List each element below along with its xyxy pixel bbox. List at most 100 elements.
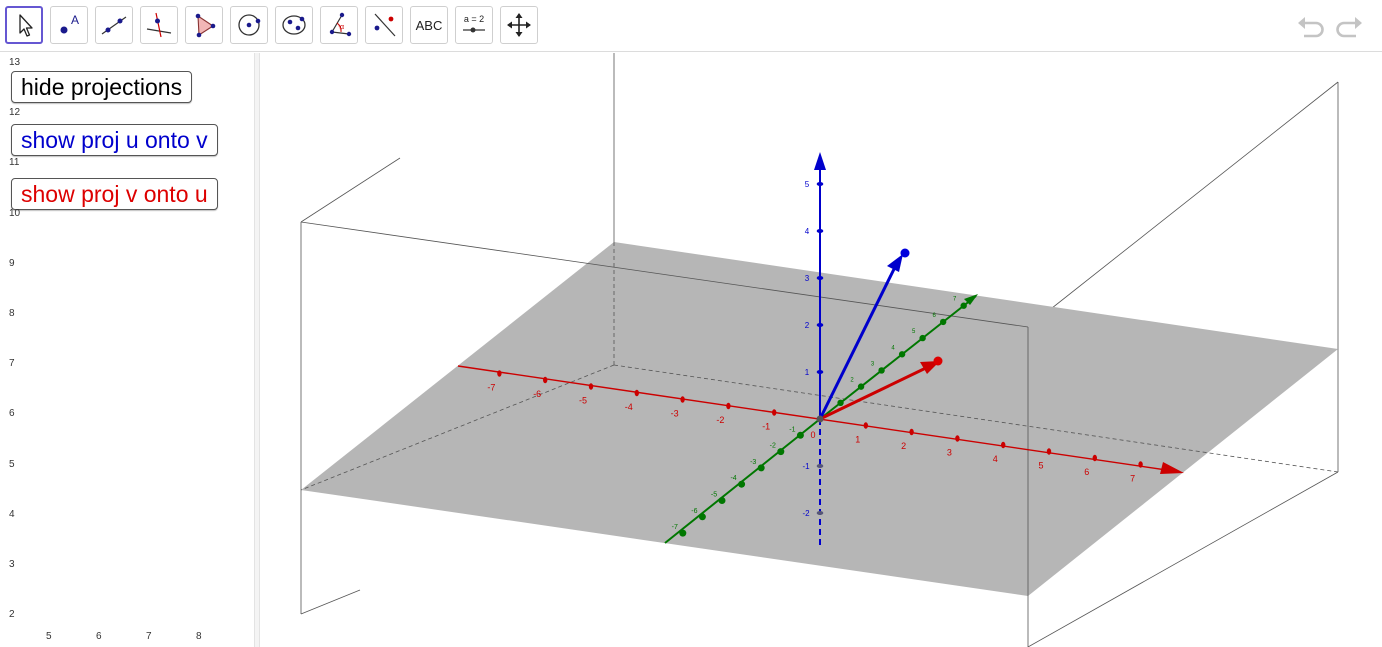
perpendicular-line-tool-icon bbox=[146, 12, 172, 38]
ellipse-tool-icon bbox=[282, 15, 306, 35]
x-axis-tick bbox=[543, 376, 548, 384]
toolbar: A α ABC a = 2 bbox=[0, 0, 1382, 52]
x-axis-tick-label: 1 bbox=[855, 435, 860, 445]
move-graphics-view-tool-button[interactable] bbox=[500, 6, 538, 44]
show-proj-v-onto-u-button[interactable]: show proj v onto u bbox=[11, 178, 218, 210]
line-tool-icon bbox=[101, 16, 127, 35]
text-tool-icon: ABC bbox=[415, 17, 443, 33]
y-axis-tick bbox=[698, 513, 706, 521]
y-tick-label: 12 bbox=[9, 107, 21, 119]
x-axis-tick bbox=[726, 402, 731, 410]
reflect-tool-button[interactable] bbox=[365, 6, 403, 44]
redo-icon[interactable] bbox=[1334, 12, 1364, 42]
z-axis-tick-label: 2 bbox=[805, 321, 810, 330]
x-axis-tick-label: -2 bbox=[716, 415, 724, 425]
point-tool-button[interactable]: A bbox=[50, 6, 88, 44]
y-axis-tick bbox=[777, 448, 785, 456]
z-axis-tick-label: 4 bbox=[805, 227, 810, 236]
z-axis-tick bbox=[816, 229, 824, 233]
y-axis-tick bbox=[960, 302, 967, 309]
y-tick-label: 2 bbox=[9, 609, 15, 621]
x-axis-tick-label: 7 bbox=[1130, 474, 1135, 484]
scene-3d[interactable]: -11-22-33-44-55-66-77-11-22-33-44-55-66-… bbox=[260, 53, 1382, 647]
ellipse-tool-button[interactable] bbox=[275, 6, 313, 44]
x-tick-label: 6 bbox=[96, 631, 102, 642]
hide-projections-button[interactable]: hide projections bbox=[11, 71, 193, 103]
move-tool-button[interactable] bbox=[5, 6, 43, 44]
z-axis-tick bbox=[816, 182, 824, 186]
slider-tool-icon: a = 2 bbox=[463, 14, 485, 33]
undo-icon[interactable] bbox=[1296, 12, 1326, 42]
y-axis-tick-label: -1 bbox=[789, 426, 795, 433]
x-axis-tick-label: -4 bbox=[625, 402, 633, 412]
perpendicular-line-tool-button[interactable] bbox=[140, 6, 178, 44]
y-axis-tick-label: -4 bbox=[730, 475, 736, 482]
x-axis-tick-label: 3 bbox=[947, 448, 952, 458]
x-axis-tick bbox=[497, 370, 502, 377]
vector-u-arrowhead bbox=[887, 254, 903, 272]
polygon-tool-icon bbox=[195, 13, 216, 38]
x-axis-tick bbox=[634, 389, 639, 397]
x-axis-tick bbox=[1046, 448, 1052, 455]
y-tick-label: 13 bbox=[9, 57, 21, 68]
y-axis-tick bbox=[718, 497, 726, 504]
x-axis-tick bbox=[1138, 461, 1143, 468]
y-axis-tick bbox=[878, 367, 885, 374]
slider-tool-button[interactable]: a = 2 bbox=[455, 6, 493, 44]
z-axis-tick-label: 1 bbox=[805, 368, 810, 377]
x-axis-tick bbox=[588, 383, 594, 390]
x-axis-tick-label: -3 bbox=[671, 409, 679, 419]
origin-label: 0 bbox=[810, 430, 815, 440]
x-tick-label: 7 bbox=[146, 631, 152, 642]
y-axis-tick bbox=[898, 351, 906, 358]
origin-point bbox=[816, 415, 824, 423]
x-axis-tick bbox=[863, 422, 868, 429]
y-axis-tick bbox=[939, 318, 947, 326]
x-axis-tick bbox=[680, 396, 685, 403]
vector-u-endpoint bbox=[900, 248, 910, 258]
x-tick-label: 8 bbox=[196, 631, 202, 642]
y-axis-tick bbox=[857, 383, 865, 390]
z-axis-tick-label: -1 bbox=[802, 462, 810, 471]
x-axis-tick-label: -6 bbox=[533, 389, 541, 399]
x-axis-tick-label: -1 bbox=[762, 422, 770, 432]
svg-text:α: α bbox=[340, 24, 344, 31]
polygon-tool-button[interactable] bbox=[185, 6, 223, 44]
text-tool-button[interactable]: ABC bbox=[410, 6, 448, 44]
graphics-view-3d[interactable]: -11-22-33-44-55-66-77-11-22-33-44-55-66-… bbox=[260, 53, 1382, 647]
angle-tool-button[interactable]: α bbox=[320, 6, 358, 44]
y-axis-tick-label: -6 bbox=[691, 508, 697, 515]
circle-tool-button[interactable] bbox=[230, 6, 268, 44]
circle-tool-icon bbox=[238, 14, 261, 36]
x-axis-tick-label: -7 bbox=[487, 383, 495, 393]
y-tick-label: 11 bbox=[9, 157, 20, 169]
y-axis-tick bbox=[837, 399, 844, 407]
y-tick-label: 10 bbox=[9, 207, 21, 219]
x-axis-tick-label: -5 bbox=[579, 396, 587, 406]
x-axis-tick-label: 6 bbox=[1084, 467, 1089, 477]
y-axis-tick-label: -3 bbox=[750, 459, 756, 466]
z-axis-tick bbox=[816, 370, 824, 374]
z-axis-tick-label: 5 bbox=[805, 180, 810, 189]
z-axis-tick bbox=[816, 464, 824, 468]
y-axis-tick bbox=[757, 464, 765, 472]
z-axis-tick bbox=[816, 511, 824, 515]
x-axis-tick bbox=[909, 428, 914, 436]
reflect-tool-icon bbox=[374, 13, 396, 37]
x-axis-tick bbox=[1092, 454, 1098, 462]
z-axis-tick bbox=[816, 323, 824, 327]
y-tick-label: 8 bbox=[9, 308, 15, 319]
y-axis-tick bbox=[796, 431, 804, 439]
slider-tool-label: a = 2 bbox=[464, 14, 484, 24]
y-tick-label: 4 bbox=[9, 508, 15, 520]
x-axis-tick-label: 5 bbox=[1038, 461, 1043, 471]
y-tick-label: 7 bbox=[9, 358, 15, 370]
graphics-view-2d[interactable]: hide projections show proj u onto v show… bbox=[0, 53, 254, 647]
x-axis-tick bbox=[772, 409, 777, 416]
x-tick-label: 5 bbox=[46, 631, 52, 642]
z-axis-tick-label: 3 bbox=[805, 274, 810, 283]
x-axis-tick-label: 4 bbox=[993, 454, 998, 464]
y-tick-label: 3 bbox=[9, 559, 15, 570]
show-proj-u-onto-v-button[interactable]: show proj u onto v bbox=[11, 124, 218, 156]
line-tool-button[interactable] bbox=[95, 6, 133, 44]
